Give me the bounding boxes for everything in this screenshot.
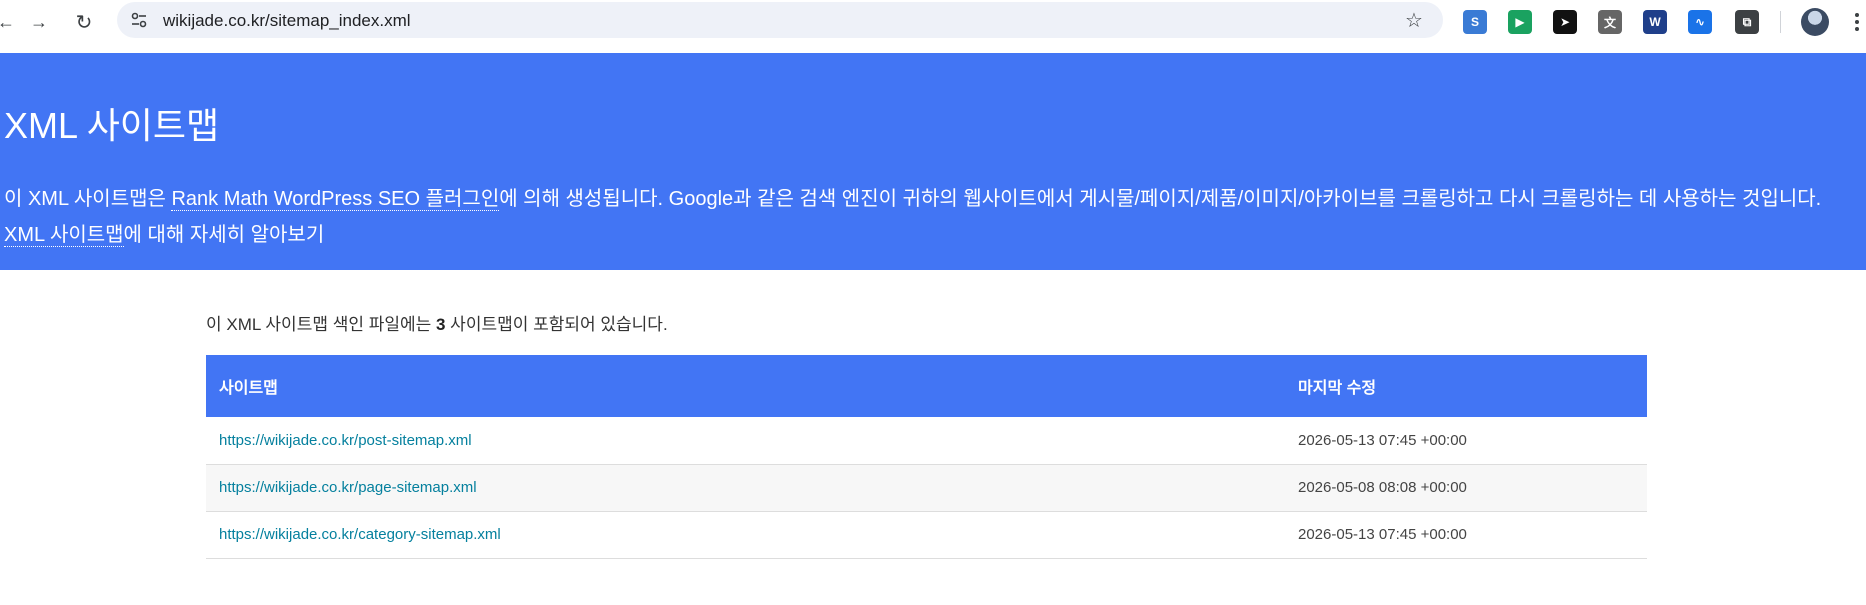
sitemap-link[interactable]: https://wikijade.co.kr/category-sitemap.… [219, 526, 501, 543]
reload-icon[interactable]: ↻ [70, 8, 98, 36]
rank-math-link[interactable]: Rank Math WordPress SEO 플러그인 [171, 188, 500, 211]
translate-extension-icon[interactable]: 文 [1598, 10, 1622, 34]
header-description: 이 XML 사이트맵은 Rank Math WordPress SEO 플러그인… [4, 181, 1854, 253]
w-extension-icon[interactable]: W [1643, 10, 1667, 34]
learn-more-line: XML 사이트맵에 대해 자세히 알아보기 [4, 217, 1854, 253]
last-modified-cell: 2026-05-08 08:08 +00:00 [1285, 464, 1647, 512]
send-extension-icon[interactable]: ➤ [1553, 10, 1577, 34]
learn-more-suffix: 에 대해 자세히 알아보기 [123, 224, 325, 246]
table-row: https://wikijade.co.kr/category-sitemap.… [206, 511, 1647, 559]
browser-toolbar: ← → ↻ wikijade.co.kr/sitemap_index.xml ☆… [0, 0, 1866, 44]
sitemap-cell: https://wikijade.co.kr/post-sitemap.xml [206, 417, 1285, 465]
url-text[interactable]: wikijade.co.kr/sitemap_index.xml [163, 11, 411, 31]
sitemap-link[interactable]: https://wikijade.co.kr/page-sitemap.xml [219, 479, 477, 496]
profile-avatar[interactable] [1801, 8, 1829, 36]
table-row: https://wikijade.co.kr/post-sitemap.xml … [206, 417, 1647, 465]
sitemap-cell: https://wikijade.co.kr/page-sitemap.xml [206, 464, 1285, 512]
description-suffix: 에 의해 생성됩니다. Google과 같은 검색 엔진이 귀하의 웹사이트에서… [499, 188, 1822, 210]
sitemap-header: XML 사이트맵 이 XML 사이트맵은 Rank Math WordPress… [0, 53, 1866, 270]
address-bar[interactable]: wikijade.co.kr/sitemap_index.xml ☆ [117, 2, 1443, 38]
puzzle-extension-icon[interactable]: ⧉ [1735, 10, 1759, 34]
toolbar-divider [1780, 11, 1781, 33]
sitemap-link[interactable]: https://wikijade.co.kr/post-sitemap.xml [219, 432, 472, 449]
description-line: 이 XML 사이트맵은 Rank Math WordPress SEO 플러그인… [4, 181, 1854, 217]
last-modified-cell: 2026-05-13 07:45 +00:00 [1285, 417, 1647, 465]
forward-icon[interactable]: → [25, 8, 53, 36]
table-header-row: 사이트맵 마지막 수정 [206, 355, 1647, 417]
sitemap-count-text: 이 XML 사이트맵 색인 파일에는 3 사이트맵이 포함되어 있습니다. [206, 315, 1647, 355]
column-header-sitemap: 사이트맵 [206, 355, 1285, 417]
video-extension-icon[interactable]: ▶ [1508, 10, 1532, 34]
intro-suffix: 사이트맵이 포함되어 있습니다. [445, 315, 668, 334]
table-row: https://wikijade.co.kr/page-sitemap.xml … [206, 464, 1647, 512]
site-info-icon[interactable] [129, 10, 149, 30]
chart-extension-icon[interactable]: ∿ [1688, 10, 1712, 34]
sitemap-content: 이 XML 사이트맵 색인 파일에는 3 사이트맵이 포함되어 있습니다. 사이… [206, 315, 1647, 559]
column-header-last-modified: 마지막 수정 [1285, 355, 1647, 417]
intro-prefix: 이 XML 사이트맵 색인 파일에는 [206, 315, 436, 334]
browser-menu-icon[interactable] [1848, 8, 1866, 36]
bookmark-star-icon[interactable]: ☆ [1403, 9, 1425, 32]
sitemap-cell: https://wikijade.co.kr/category-sitemap.… [206, 511, 1285, 559]
xml-sitemap-link[interactable]: XML 사이트맵 [4, 224, 124, 247]
s-extension-icon[interactable]: S [1463, 10, 1487, 34]
last-modified-cell: 2026-05-13 07:45 +00:00 [1285, 511, 1647, 559]
back-icon[interactable]: ← [0, 8, 20, 36]
description-prefix: 이 XML 사이트맵은 [4, 188, 172, 210]
sitemap-table: 사이트맵 마지막 수정 https://wikijade.co.kr/post-… [206, 355, 1647, 559]
page-title: XML 사이트맵 [4, 105, 220, 146]
